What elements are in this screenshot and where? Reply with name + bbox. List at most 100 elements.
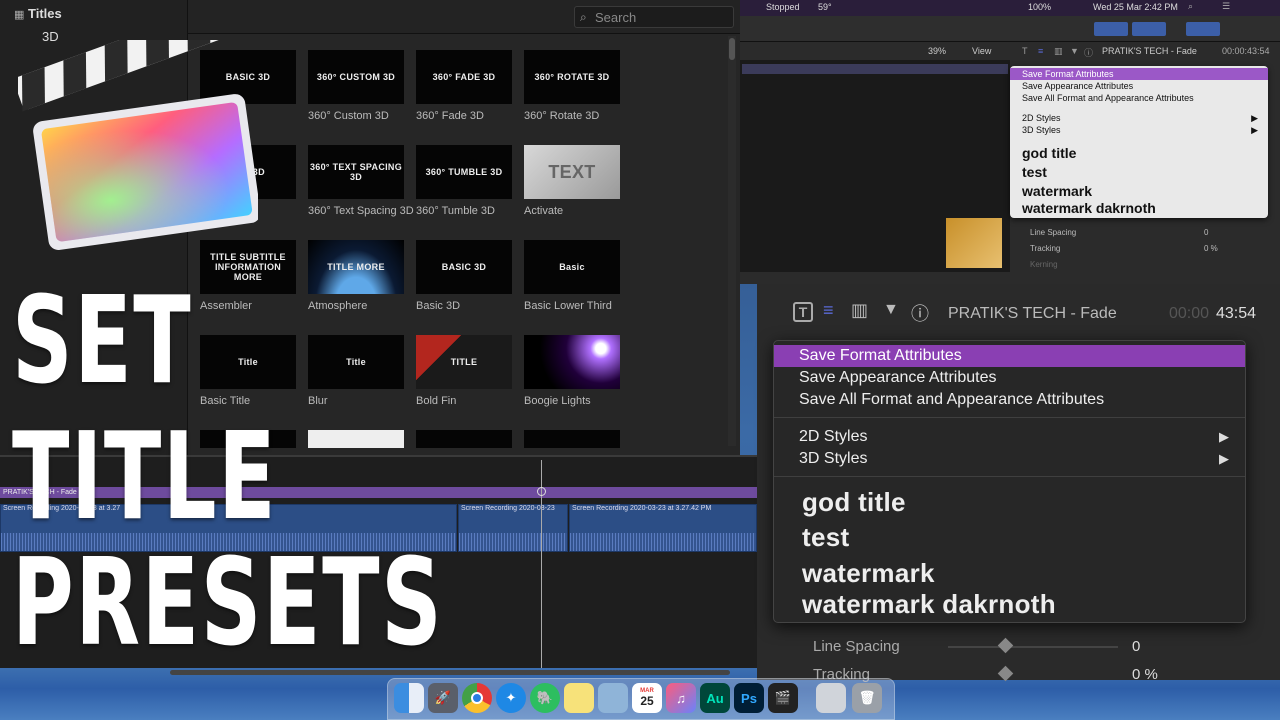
view-toggle-button[interactable] bbox=[1132, 22, 1166, 36]
title-thumbnail: TITLE bbox=[416, 335, 512, 389]
text-icon[interactable]: T bbox=[1022, 46, 1028, 56]
macos-menubar: Stopped 59° 100% Wed 25 Mar 2:42 PM ⌕ ☰ bbox=[740, 0, 1280, 16]
title-tile[interactable]: 360° TEXT SPACING 3D 360° Text Spacing 3D bbox=[308, 145, 414, 218]
trash-icon[interactable]: 🗑 bbox=[852, 683, 882, 713]
film-icon[interactable]: ▥ bbox=[851, 300, 868, 321]
title-tile[interactable]: 360° CUSTOM 3D 360° Custom 3D bbox=[308, 50, 404, 123]
menu-item-preset[interactable]: watermark dakrnoth bbox=[1010, 199, 1268, 217]
menu-item-preset[interactable]: god title bbox=[1010, 144, 1268, 162]
evernote-icon[interactable]: 🐘 bbox=[530, 683, 560, 713]
menu-separator bbox=[774, 417, 1245, 418]
zoomed-inspector-header: T ≡ ▥ ▼ ⓘ PRATIK'S TECH - Fade 00:00 43:… bbox=[757, 296, 1280, 332]
timeline-clip[interactable]: Screen Recording 2020-03-23 at 3.27.42 P… bbox=[569, 504, 757, 552]
mini-tracking-value[interactable]: 0 % bbox=[1204, 244, 1218, 253]
title-tile[interactable]: 360° FADE 3D 360° Fade 3D bbox=[416, 50, 512, 123]
info-icon[interactable]: ⓘ bbox=[1084, 46, 1093, 59]
mini-line-spacing-value[interactable]: 0 bbox=[1204, 228, 1208, 237]
timeline-clip[interactable]: Screen Recording 2020-03-23 bbox=[458, 504, 568, 552]
spotlight-icon[interactable]: ⌕ bbox=[1188, 1, 1193, 12]
chevron-right-icon: ▶ bbox=[1219, 451, 1229, 466]
title-thumbnail[interactable] bbox=[308, 430, 404, 448]
document-icon[interactable] bbox=[816, 683, 846, 713]
title-thumbnail[interactable] bbox=[416, 430, 512, 448]
menu-item-save-appearance[interactable]: Save Appearance Attributes bbox=[774, 367, 1245, 389]
browser-scrollbar[interactable] bbox=[728, 36, 736, 446]
menu-item-preset[interactable]: watermark bbox=[774, 556, 1245, 590]
menu-item-preset[interactable]: test bbox=[1010, 163, 1268, 181]
title-tile[interactable]: Boogie Lights bbox=[524, 335, 620, 408]
control-icon[interactable]: ☰ bbox=[1222, 1, 1230, 12]
title-tile[interactable]: BASIC 3D Basic 3D bbox=[416, 240, 512, 313]
menu-item-save-appearance[interactable]: Save Appearance Attributes bbox=[1010, 80, 1268, 92]
search-icon: ⌕ bbox=[580, 10, 587, 24]
menu-item-2d-styles[interactable]: 2D Styles ▶ bbox=[1010, 112, 1268, 124]
photoshop-icon[interactable]: Ps bbox=[734, 683, 764, 713]
menu-item-save-format[interactable]: Save Format Attributes bbox=[1010, 68, 1268, 80]
menu-item-preset[interactable]: watermark bbox=[1010, 182, 1268, 200]
chrome-icon[interactable] bbox=[462, 683, 492, 713]
title-tile[interactable]: 360° TUMBLE 3D 360° Tumble 3D bbox=[416, 145, 512, 218]
title-tile[interactable]: Basic Basic Lower Third bbox=[524, 240, 620, 313]
tracking-value[interactable]: 0 % bbox=[1132, 666, 1158, 683]
menu-item-3d-styles[interactable]: 3D Styles ▶ bbox=[1010, 124, 1268, 136]
title-thumbnail: Title bbox=[308, 335, 404, 389]
line-spacing-slider[interactable] bbox=[948, 646, 1118, 648]
menu-item-preset[interactable]: test bbox=[774, 520, 1245, 554]
paragraph-icon[interactable]: ≡ bbox=[823, 300, 834, 321]
title-label: Atmosphere bbox=[308, 300, 368, 312]
status-stopped[interactable]: Stopped bbox=[766, 2, 800, 12]
menubar-clock[interactable]: Wed 25 Mar 2:42 PM bbox=[1093, 2, 1178, 12]
mini-view-menu[interactable]: View bbox=[972, 46, 991, 56]
view-toggle-button[interactable] bbox=[1094, 22, 1128, 36]
final-cut-pro-logo bbox=[18, 40, 258, 250]
notes-icon[interactable] bbox=[564, 683, 594, 713]
text-icon[interactable]: T bbox=[793, 302, 813, 322]
calendar-icon[interactable]: MAR 25 bbox=[632, 683, 662, 713]
title-tile[interactable]: Title Basic Title bbox=[200, 335, 296, 408]
info-icon[interactable]: ⓘ bbox=[911, 300, 929, 326]
menu-separator bbox=[774, 476, 1245, 477]
title-tile[interactable]: Title Blur bbox=[308, 335, 404, 408]
inspector-title: PRATIK'S TECH - Fade bbox=[948, 305, 1117, 322]
title-tile[interactable]: TITLE Bold Fin bbox=[416, 335, 512, 408]
timecode-dim: 00:00 bbox=[1169, 305, 1210, 322]
menu-item-preset[interactable]: watermark dakrnoth bbox=[774, 587, 1245, 621]
line-spacing-value[interactable]: 0 bbox=[1132, 638, 1140, 655]
filter-icon[interactable]: ▼ bbox=[883, 301, 899, 319]
mini-clip-strip bbox=[742, 64, 1008, 74]
search-input[interactable]: ⌕ Search bbox=[574, 6, 734, 28]
menu-item-preset[interactable]: god title bbox=[774, 485, 1245, 519]
title-tile[interactable]: TITLE SUBTITLE INFORMATION MORE Assembler bbox=[200, 240, 296, 313]
chevron-right-icon: ▶ bbox=[1251, 125, 1258, 135]
sidebar-item-titles[interactable]: ▦ Titles bbox=[14, 6, 62, 21]
title-thumbnail[interactable] bbox=[524, 430, 620, 448]
title-tile[interactable]: TEXT Activate bbox=[524, 145, 620, 218]
menu-item-save-all[interactable]: Save All Format and Appearance Attribute… bbox=[774, 389, 1245, 411]
weather-temp[interactable]: 59° bbox=[818, 2, 832, 12]
menu-item-3d-styles[interactable]: 3D Styles ▶ bbox=[774, 448, 1245, 470]
inspector-toggle-button[interactable] bbox=[1186, 22, 1220, 36]
paragraph-icon[interactable]: ≡ bbox=[1038, 46, 1043, 56]
menu-item-2d-styles[interactable]: 2D Styles ▶ bbox=[774, 426, 1245, 448]
filter-icon[interactable]: ▼ bbox=[1070, 46, 1079, 56]
mini-tracking-label: Tracking bbox=[1030, 244, 1061, 253]
title-label: Bold Fin bbox=[416, 395, 457, 407]
battery-level[interactable]: 100% bbox=[1028, 2, 1051, 12]
audition-icon[interactable]: Au bbox=[700, 683, 730, 713]
music-icon[interactable]: ♫ bbox=[666, 683, 696, 713]
title-tile[interactable]: TITLE MORE Atmosphere bbox=[308, 240, 404, 313]
title-tile[interactable]: 360° ROTATE 3D 360° Rotate 3D bbox=[524, 50, 620, 123]
final-cut-pro-dock-icon[interactable]: 🎬 bbox=[768, 683, 798, 713]
film-icon[interactable]: ▥ bbox=[1054, 46, 1063, 57]
mini-zoom-level[interactable]: 39% bbox=[928, 46, 946, 56]
menu-item-save-format[interactable]: Save Format Attributes bbox=[774, 345, 1245, 367]
preview-icon[interactable] bbox=[598, 683, 628, 713]
overlay-line-2: TITLE bbox=[12, 408, 278, 547]
overlay-line-3: PRESETS bbox=[12, 534, 444, 673]
safari-icon[interactable]: ✦ bbox=[496, 683, 526, 713]
launchpad-icon[interactable]: 🚀 bbox=[428, 683, 458, 713]
browser-scroll-thumb[interactable] bbox=[729, 38, 735, 60]
menu-item-save-all[interactable]: Save All Format and Appearance Attribute… bbox=[1010, 92, 1268, 104]
playhead-marker[interactable] bbox=[537, 487, 546, 496]
finder-icon[interactable] bbox=[394, 683, 424, 713]
